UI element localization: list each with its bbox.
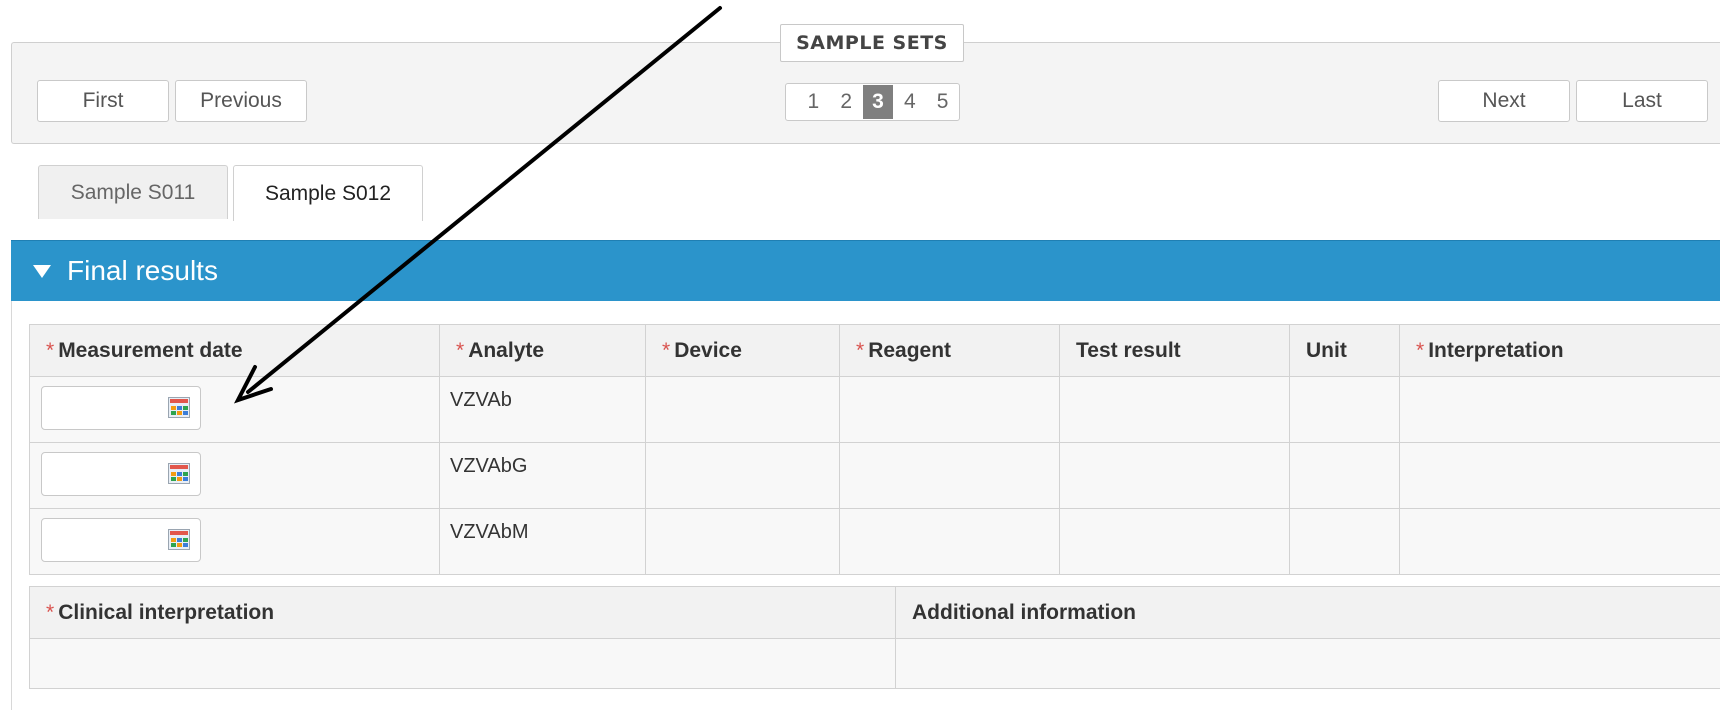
measurement-date-cell — [29, 508, 440, 575]
calendar-icon[interactable] — [168, 529, 190, 550]
page-number-list: 1 2 3 4 5 — [785, 83, 960, 121]
test-result-cell[interactable] — [1059, 508, 1290, 575]
col-test-result: Test result — [1059, 324, 1290, 377]
page-1-link[interactable]: 1 — [797, 85, 830, 119]
interpretation-cell[interactable] — [1399, 442, 1720, 509]
analyte-cell: VZVAbM — [439, 508, 646, 575]
unit-cell[interactable] — [1289, 508, 1400, 575]
calendar-icon[interactable] — [168, 463, 190, 484]
table-row: VZVAbM — [29, 508, 1720, 575]
tab-sample-s012[interactable]: Sample S012 — [233, 165, 423, 221]
col-interpretation: * Interpretation — [1399, 324, 1720, 377]
reagent-cell[interactable] — [839, 376, 1060, 443]
triangle-down-icon[interactable] — [33, 264, 51, 278]
required-marker: * — [46, 338, 55, 362]
final-results-header[interactable]: Final results — [11, 240, 1720, 301]
required-marker: * — [662, 338, 671, 362]
page-2-link[interactable]: 2 — [830, 85, 863, 119]
clinical-interpretation-cell[interactable] — [29, 638, 896, 689]
first-button[interactable]: First — [37, 80, 169, 122]
table-row — [29, 638, 1720, 689]
reagent-cell[interactable] — [839, 442, 1060, 509]
col-unit: Unit — [1289, 324, 1400, 377]
sample-sets-legend: SAMPLE SETS — [780, 24, 964, 62]
interpretation-cell[interactable] — [1399, 376, 1720, 443]
col-reagent: * Reagent — [839, 324, 1060, 377]
col-measurement-date: * Measurement date — [29, 324, 440, 377]
panel-title: Final results — [67, 255, 218, 286]
next-button[interactable]: Next — [1438, 80, 1570, 122]
required-marker: * — [1416, 338, 1425, 362]
clinical-info-table: * Clinical interpretation Additional info… — [29, 586, 1720, 689]
results-header-row: * Measurement date * Analyte * Device * Reag… — [29, 324, 1720, 377]
measurement-date-input[interactable] — [41, 518, 201, 562]
previous-button[interactable]: Previous — [175, 80, 307, 122]
col-device: * Device — [645, 324, 840, 377]
analyte-cell: VZVAb — [439, 376, 646, 443]
test-result-cell[interactable] — [1059, 442, 1290, 509]
tab-sample-s011[interactable]: Sample S011 — [38, 165, 228, 219]
analyte-cell: VZVAbG — [439, 442, 646, 509]
table-row: VZVAbG — [29, 442, 1720, 509]
required-marker: * — [856, 338, 865, 362]
measurement-date-cell — [29, 442, 440, 509]
interpretation-cell[interactable] — [1399, 508, 1720, 575]
reagent-cell[interactable] — [839, 508, 1060, 575]
last-button[interactable]: Last — [1576, 80, 1708, 122]
measurement-date-input[interactable] — [41, 386, 201, 430]
device-cell[interactable] — [645, 376, 840, 443]
col-additional-information: Additional information — [895, 586, 1720, 639]
col-analyte: * Analyte — [439, 324, 646, 377]
col-clinical-interpretation: * Clinical interpretation — [29, 586, 896, 639]
page-4-link[interactable]: 4 — [893, 85, 926, 119]
test-result-cell[interactable] — [1059, 376, 1290, 443]
measurement-date-input[interactable] — [41, 452, 201, 496]
additional-information-cell[interactable] — [895, 638, 1720, 689]
device-cell[interactable] — [645, 442, 840, 509]
measurement-date-cell — [29, 376, 440, 443]
required-marker: * — [46, 600, 55, 624]
results-table: * Measurement date * Analyte * Device * Reag… — [29, 324, 1720, 575]
unit-cell[interactable] — [1289, 376, 1400, 443]
device-cell[interactable] — [645, 508, 840, 575]
clinical-header-row: * Clinical interpretation Additional info… — [29, 586, 1720, 639]
table-row: VZVAb — [29, 376, 1720, 443]
unit-cell[interactable] — [1289, 442, 1400, 509]
calendar-icon[interactable] — [168, 397, 190, 418]
page-5-link[interactable]: 5 — [926, 85, 959, 119]
required-marker: * — [456, 338, 465, 362]
page-3-current[interactable]: 3 — [862, 85, 894, 119]
